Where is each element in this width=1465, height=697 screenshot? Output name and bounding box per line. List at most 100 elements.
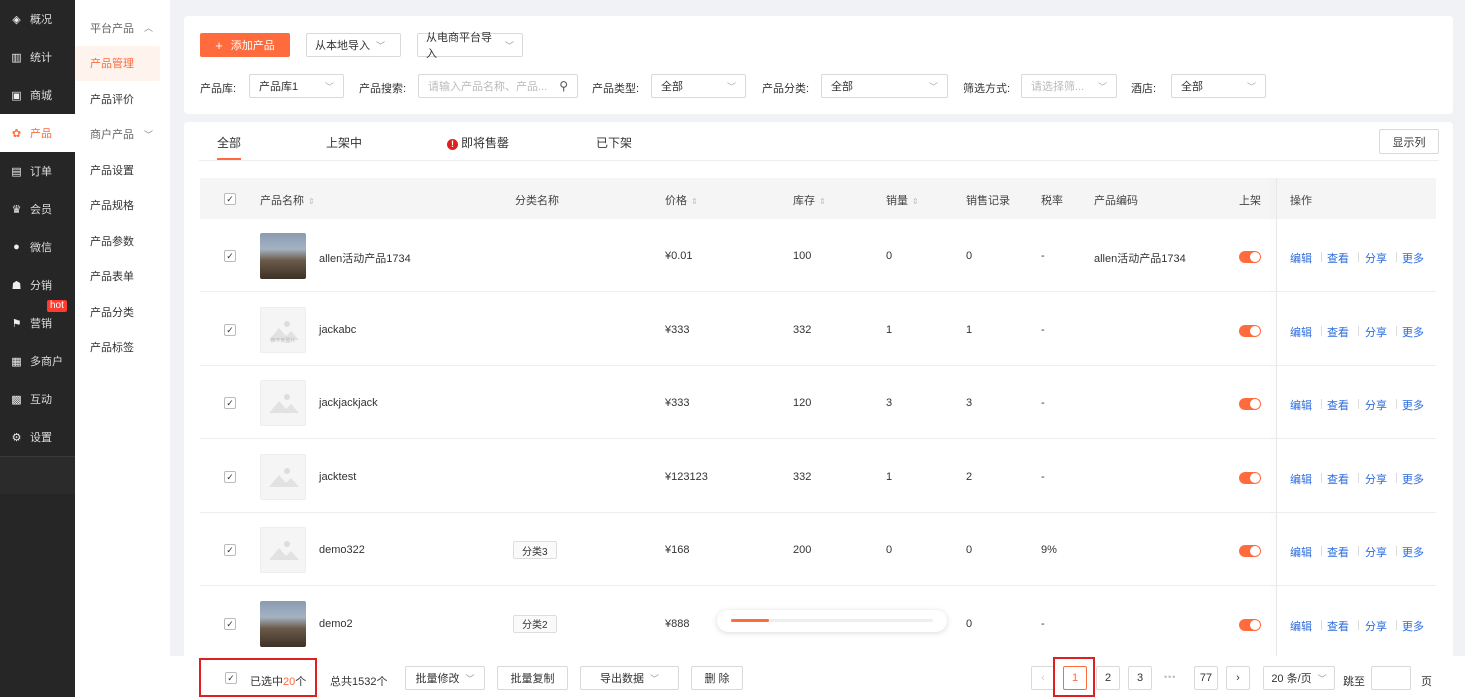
image-placeholder-icon[interactable]: 推不到图片 [260, 306, 306, 353]
sidebar-item-4[interactable]: ▤ 订单 [0, 152, 75, 190]
shelf-toggle[interactable] [1239, 251, 1261, 263]
page-2-button[interactable]: 2 [1096, 666, 1120, 690]
export-data-dropdown[interactable]: 导出数据 ﹀ [580, 666, 679, 690]
subnav-item-8[interactable]: 产品分类 [75, 294, 170, 330]
image-placeholder-icon[interactable] [260, 453, 306, 500]
jump-page-input[interactable] [1371, 666, 1411, 690]
type-select[interactable]: 全部 ﹀ [651, 74, 746, 98]
row-checkbox[interactable]: ✓ [224, 323, 236, 336]
subnav-item-4[interactable]: 产品设置 [75, 152, 170, 188]
op-more-link[interactable]: 更多 [1402, 397, 1424, 413]
subnav-item-3[interactable]: 商户产品 ﹀ [75, 117, 170, 153]
op-share-link[interactable]: 分享 [1365, 618, 1387, 634]
header-stock[interactable]: 库存 ⇕ [793, 192, 826, 208]
sort-icon[interactable]: ⇕ [691, 197, 698, 206]
shelf-toggle[interactable] [1239, 618, 1261, 631]
sidebar-item-6[interactable]: ● 微信 [0, 228, 75, 266]
op-more-link[interactable]: 更多 [1402, 250, 1424, 266]
subnav-item-5[interactable]: 产品规格 [75, 188, 170, 224]
product-name[interactable]: demo322 [319, 544, 365, 556]
sidebar-item-11[interactable]: ⚙ 设置 [0, 418, 75, 456]
row-checkbox[interactable]: ✓ [224, 617, 236, 630]
library-select[interactable]: 产品库1 ﹀ [249, 74, 344, 98]
import-ecom-dropdown[interactable]: 从电商平台导入 ﹀ [417, 32, 523, 60]
select-all-checkbox[interactable]: ✓ [224, 193, 236, 205]
subnav-item-6[interactable]: 产品参数 [75, 223, 170, 259]
product-name[interactable]: demo2 [319, 618, 353, 630]
op-edit-link[interactable]: 编辑 [1290, 250, 1312, 266]
tab-low-stock[interactable]: ! 即将售罄 [447, 134, 509, 151]
product-name[interactable]: jacktest [319, 471, 356, 483]
sort-icon[interactable]: ⇕ [308, 197, 315, 206]
op-edit-link[interactable]: 编辑 [1290, 618, 1312, 634]
shelf-toggle[interactable] [1239, 398, 1261, 410]
page-size-select[interactable]: 20 条/页 ﹀ [1263, 666, 1335, 690]
op-view-link[interactable]: 查看 [1327, 471, 1349, 487]
subnav-item-7[interactable]: 产品表单 [75, 259, 170, 295]
header-price[interactable]: 价格 ⇕ [665, 192, 698, 208]
page-ellipsis[interactable]: ••• [1164, 672, 1176, 682]
row-checkbox[interactable]: ✓ [224, 470, 236, 483]
op-share-link[interactable]: 分享 [1365, 544, 1387, 560]
op-edit-link[interactable]: 编辑 [1290, 397, 1312, 413]
op-edit-link[interactable]: 编辑 [1290, 324, 1312, 340]
tab-off-shelf[interactable]: 已下架 [596, 134, 632, 151]
shelf-toggle[interactable] [1239, 324, 1261, 337]
op-edit-link[interactable]: 编辑 [1290, 544, 1312, 560]
sidebar-item-9[interactable]: ▦ 多商户 [0, 342, 75, 380]
shelf-toggle[interactable] [1239, 471, 1261, 484]
prev-page-button[interactable]: ‹ [1031, 666, 1055, 690]
import-local-dropdown[interactable]: 从本地导入 ﹀ [306, 33, 401, 57]
sidebar-item-3[interactable]: ✿ 产品 [0, 114, 75, 152]
image-placeholder-icon[interactable] [260, 380, 306, 426]
hotel-select[interactable]: 全部 ﹀ [1171, 74, 1266, 98]
subnav-item-1[interactable]: 产品管理 [75, 45, 160, 81]
product-thumbnail[interactable] [260, 600, 306, 647]
batch-edit-dropdown[interactable]: 批量修改 ﹀ [405, 666, 485, 690]
row-checkbox[interactable]: ✓ [224, 544, 236, 556]
shelf-toggle[interactable] [1239, 545, 1261, 557]
sidebar-item-8[interactable]: ⚑ 营销 hot [0, 300, 75, 342]
sidebar-item-10[interactable]: ▩ 互动 [0, 380, 75, 418]
op-share-link[interactable]: 分享 [1365, 397, 1387, 413]
subnav-item-0[interactable]: 平台产品 ︿ [75, 10, 170, 46]
op-view-link[interactable]: 查看 [1327, 618, 1349, 634]
op-share-link[interactable]: 分享 [1365, 471, 1387, 487]
subnav-item-9[interactable]: 产品标签 [75, 330, 170, 366]
search-icon[interactable]: ⚲ [559, 79, 568, 93]
sidebar-item-5[interactable]: ♛ 会员 [0, 190, 75, 228]
op-share-link[interactable]: 分享 [1365, 324, 1387, 340]
op-more-link[interactable]: 更多 [1402, 324, 1424, 340]
op-edit-link[interactable]: 编辑 [1290, 471, 1312, 487]
search-input[interactable]: 请输入产品名称、产品... ⚲ [418, 74, 578, 98]
tab-on-shelf[interactable]: 上架中 [326, 134, 362, 151]
op-more-link[interactable]: 更多 [1402, 618, 1424, 634]
sidebar-item-7[interactable]: ☗ 分销 [0, 266, 75, 304]
chevron-icon[interactable]: ﹀ [144, 128, 153, 141]
page-last-button[interactable]: 77 [1194, 666, 1218, 690]
tab-all[interactable]: 全部 [217, 134, 241, 151]
subnav-item-2[interactable]: 产品评价 [75, 81, 170, 117]
op-view-link[interactable]: 查看 [1327, 544, 1349, 560]
category-select[interactable]: 全部 ﹀ [821, 74, 948, 98]
row-checkbox[interactable]: ✓ [224, 397, 236, 409]
sort-icon[interactable]: ⇕ [912, 197, 919, 206]
chevron-icon[interactable]: ︿ [144, 21, 153, 34]
next-page-button[interactable]: › [1226, 666, 1250, 690]
image-placeholder-icon[interactable] [260, 527, 306, 573]
show-columns-button[interactable]: 显示列 [1379, 129, 1439, 154]
row-checkbox[interactable]: ✓ [224, 250, 236, 262]
product-name[interactable]: allen活动产品1734 [319, 250, 411, 266]
op-view-link[interactable]: 查看 [1327, 250, 1349, 266]
batch-copy-button[interactable]: 批量复制 [497, 666, 568, 690]
sort-icon[interactable]: ⇕ [819, 197, 826, 206]
op-view-link[interactable]: 查看 [1327, 324, 1349, 340]
product-thumbnail[interactable] [260, 233, 306, 279]
op-share-link[interactable]: 分享 [1365, 250, 1387, 266]
page-3-button[interactable]: 3 [1128, 666, 1152, 690]
op-more-link[interactable]: 更多 [1402, 544, 1424, 560]
header-sales[interactable]: 销量 ⇕ [886, 192, 919, 208]
filter-method-select[interactable]: 请选择筛... ﹀ [1021, 74, 1117, 98]
sidebar-item-2[interactable]: ▣ 商城 [0, 76, 75, 114]
op-more-link[interactable]: 更多 [1402, 471, 1424, 487]
